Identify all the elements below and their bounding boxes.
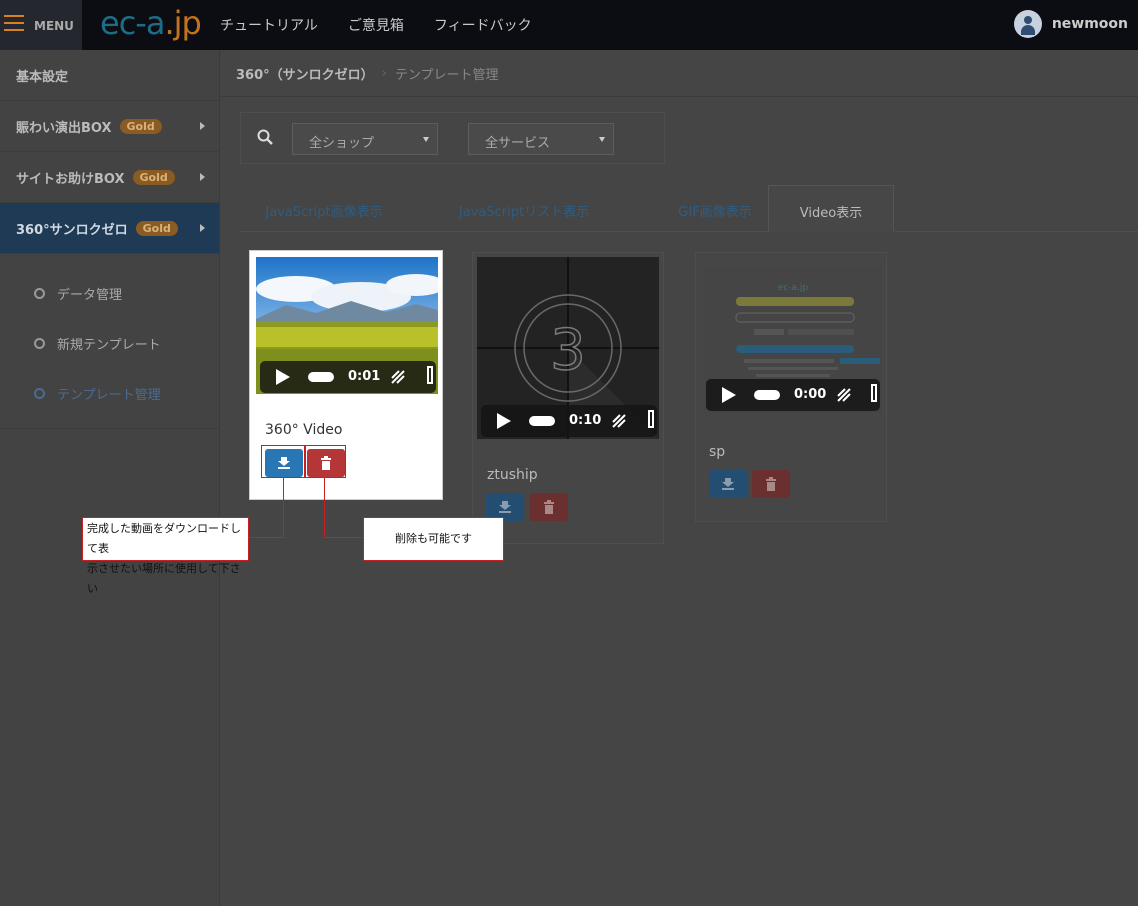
trash-icon [766, 477, 776, 491]
sidebar-submenu: データ管理 新規テンプレート テンプレート管理 [0, 254, 219, 429]
service-select[interactable]: 全サービス [468, 123, 614, 155]
svg-text:3: 3 [550, 318, 586, 383]
template-card: ec-a.jp 0:00 sp [695, 252, 887, 522]
tab-javascript-list[interactable]: JavaScriptリスト表示 [428, 185, 620, 232]
main-content: 360°（サンロクゼロ） › テンプレート管理 全ショップ 全サービス Java… [220, 50, 1138, 906]
top-bar: MENU ec-a.jp チュートリアル ご意見箱 フィードバック newmoo… [0, 0, 1138, 50]
download-annotation: 完成した動画をダウンロードして表 示させたい場所に使用して下さい [82, 517, 249, 595]
gold-badge: Gold [119, 118, 162, 134]
sidebar-subitem-template-management[interactable]: テンプレート管理 [0, 368, 219, 418]
delete-button[interactable] [752, 470, 790, 498]
fullscreen-icon[interactable] [427, 366, 433, 384]
svg-text:ec-a.jp: ec-a.jp [778, 283, 809, 293]
nav-feedback-box-link[interactable]: ご意見箱 [348, 15, 404, 35]
sidebar-subitem-data-management[interactable]: データ管理 [0, 268, 219, 318]
progress-slider[interactable] [529, 416, 555, 426]
menu-label: MENU [34, 19, 74, 33]
search-icon [257, 129, 273, 145]
username: newmoon [1051, 16, 1128, 32]
card-title: sp [709, 444, 726, 460]
logo[interactable]: ec-a.jp [100, 4, 202, 44]
chevron-right-icon [200, 173, 205, 181]
progress-slider[interactable] [308, 372, 334, 382]
delete-button[interactable] [530, 493, 568, 521]
sidebar-item-site-help-box[interactable]: サイトお助けBOX Gold [0, 152, 219, 203]
shop-select[interactable]: 全ショップ [292, 123, 438, 155]
gold-badge: Gold [132, 169, 175, 185]
annotation-line [283, 478, 284, 538]
annotation-line [324, 478, 325, 538]
annotation-line [249, 537, 284, 538]
video-thumbnail[interactable]: 3 0:10 [477, 257, 659, 439]
card-title: ztuship [487, 467, 538, 483]
fullscreen-icon[interactable] [871, 384, 877, 402]
tab-javascript-image[interactable]: JavaScript画像表示 [240, 185, 408, 232]
play-icon[interactable] [722, 387, 736, 403]
annotation-line [324, 537, 364, 538]
mute-icon[interactable] [836, 387, 852, 403]
download-icon [499, 501, 511, 513]
sidebar-item-nigiwai-box[interactable]: 賑わい演出BOX Gold [0, 101, 219, 152]
breadcrumb-page: テンプレート管理 [394, 67, 499, 83]
chevron-right-icon [200, 122, 205, 130]
filter-bar: 全ショップ 全サービス [240, 112, 665, 164]
menu-button[interactable]: MENU [0, 0, 82, 50]
tab-video[interactable]: Video表示 [768, 185, 894, 232]
video-thumbnail[interactable]: ec-a.jp 0:00 [704, 267, 882, 413]
gold-badge: Gold [135, 220, 178, 236]
card-title: 360° Video [265, 422, 343, 438]
progress-slider[interactable] [754, 390, 780, 400]
caret-down-icon [423, 137, 429, 142]
mute-icon[interactable] [611, 413, 627, 429]
user-menu[interactable]: newmoon [1013, 10, 1128, 38]
sidebar-item-label: 360°サンロクゼロ [16, 222, 128, 238]
video-time: 0:10 [569, 413, 602, 428]
template-card: 3 0:10 ztuship [472, 252, 664, 544]
video-controls: 0:00 [706, 379, 880, 411]
video-thumbnail[interactable]: 0:01 [256, 257, 438, 394]
chevron-right-icon [200, 224, 205, 232]
breadcrumb: 360°（サンロクゼロ） › テンプレート管理 [220, 50, 1138, 97]
video-time: 0:00 [794, 387, 827, 402]
sidebar: 基本設定 賑わい演出BOX Gold サイトお助けBOX Gold 360°サン… [0, 50, 220, 906]
delete-highlight-box [305, 445, 346, 478]
mute-icon[interactable] [390, 369, 406, 385]
video-time: 0:01 [348, 369, 381, 384]
breadcrumb-separator: › [381, 65, 387, 81]
play-icon[interactable] [497, 413, 511, 429]
circle-icon [34, 287, 45, 299]
sidebar-subitem-new-template[interactable]: 新規テンプレート [0, 318, 219, 368]
download-button[interactable] [709, 470, 747, 498]
nav-feedback-link[interactable]: フィードバック [434, 15, 532, 35]
tab-bar: JavaScript画像表示 JavaScriptリスト表示 GIF画像表示 V… [240, 185, 1138, 232]
user-avatar-icon [1013, 10, 1042, 38]
download-highlight-box [261, 445, 305, 478]
sidebar-item-360[interactable]: 360°サンロクゼロ Gold [0, 203, 219, 254]
top-nav: チュートリアル ご意見箱 フィードバック [220, 15, 562, 35]
trash-icon [544, 500, 554, 514]
play-icon[interactable] [276, 369, 290, 385]
sidebar-item-basic-settings[interactable]: 基本設定 [0, 50, 219, 101]
caret-down-icon [599, 137, 605, 142]
delete-annotation: 削除も可能です [363, 517, 504, 561]
circle-icon [34, 387, 45, 399]
fullscreen-icon[interactable] [648, 410, 654, 428]
download-icon [722, 478, 734, 490]
sidebar-item-label: 賑わい演出BOX [16, 120, 112, 136]
hamburger-icon [4, 15, 24, 35]
video-controls: 0:01 [260, 361, 436, 393]
breadcrumb-section[interactable]: 360°（サンロクゼロ） [236, 64, 374, 83]
circle-icon [34, 337, 45, 349]
nav-tutorial-link[interactable]: チュートリアル [220, 15, 318, 35]
sidebar-item-label: 基本設定 [16, 69, 69, 85]
sidebar-item-label: サイトお助けBOX [16, 171, 125, 187]
video-controls: 0:10 [481, 405, 657, 437]
